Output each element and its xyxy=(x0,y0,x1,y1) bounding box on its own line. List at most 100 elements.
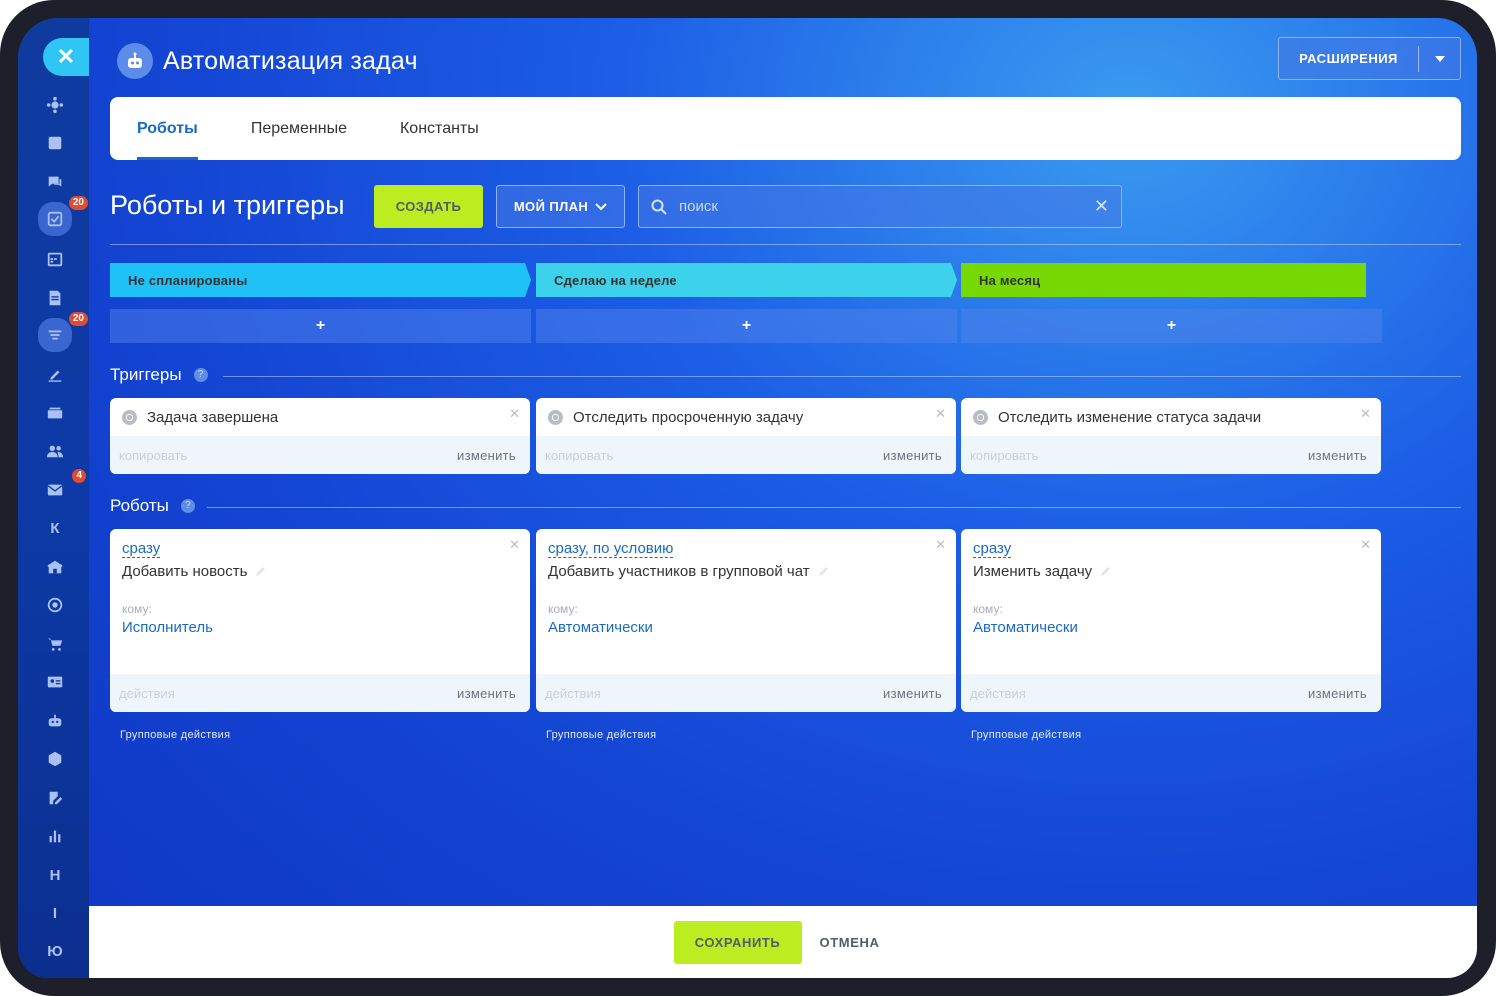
trigger-card[interactable]: Задача завершена ✕ копировать изменить xyxy=(110,398,530,474)
my-plan-dropdown[interactable]: МОЙ ПЛАН xyxy=(496,185,625,228)
add-robot-button-1[interactable]: + xyxy=(536,309,957,343)
robot-timing-link[interactable]: сразу xyxy=(973,540,1012,558)
delete-icon[interactable]: ✕ xyxy=(1360,537,1371,553)
actions-link[interactable]: действия xyxy=(545,686,601,701)
sign-icon[interactable] xyxy=(40,360,70,390)
delete-icon[interactable]: ✕ xyxy=(935,537,946,553)
group-actions-link[interactable]: Групповые действия xyxy=(546,729,656,741)
cancel-button[interactable]: ОТМЕНА xyxy=(820,935,880,950)
tab-constants[interactable]: Константы xyxy=(400,97,479,160)
robot-timing-link[interactable]: сразу xyxy=(122,540,161,558)
h-letter[interactable]: Н xyxy=(40,860,70,890)
group-actions-link[interactable]: Групповые действия xyxy=(120,729,230,741)
chat-icon[interactable] xyxy=(40,167,70,197)
clear-search-icon[interactable]: ✕ xyxy=(1094,196,1109,217)
people-icon[interactable] xyxy=(40,436,70,466)
filter-icon[interactable]: 20 xyxy=(38,312,88,352)
actions-link[interactable]: действия xyxy=(970,686,1026,701)
delete-icon[interactable]: ✕ xyxy=(1360,406,1371,422)
edit-link[interactable]: изменить xyxy=(883,448,942,463)
recipient-label: кому: xyxy=(122,602,152,616)
target-icon[interactable] xyxy=(40,590,70,620)
analytics-icon[interactable] xyxy=(40,821,70,851)
divider xyxy=(223,376,1461,377)
my-plan-label: МОЙ ПЛАН xyxy=(513,199,589,214)
main-panel: Автоматизация задач РАСШИРЕНИЯ Роботы Пе… xyxy=(89,18,1477,978)
tab-variables[interactable]: Переменные xyxy=(251,97,347,160)
create-button[interactable]: СОЗДАТЬ xyxy=(374,185,483,228)
extensions-label: РАСШИРЕНИЯ xyxy=(1299,51,1398,66)
edit-link[interactable]: изменить xyxy=(1308,686,1367,701)
i-letter[interactable]: І xyxy=(40,898,70,928)
store-icon[interactable] xyxy=(40,552,70,582)
settings-icon[interactable] xyxy=(40,90,70,120)
trigger-icon xyxy=(548,409,563,425)
recipient-label: кому: xyxy=(548,602,578,616)
robot-card[interactable]: сразу ✕ Изменить задачу кому: Автоматиче… xyxy=(961,529,1381,712)
tasks-icon[interactable]: 20 xyxy=(38,196,88,236)
calendar-icon[interactable] xyxy=(40,244,70,274)
extensions-button[interactable]: РАСШИРЕНИЯ xyxy=(1278,37,1461,80)
search-input[interactable] xyxy=(679,198,1079,215)
robot-card[interactable]: сразу ✕ Добавить новость кому: Исполните… xyxy=(110,529,530,712)
group-actions-link[interactable]: Групповые действия xyxy=(971,729,1081,741)
k-letter[interactable]: К xyxy=(40,513,70,543)
footer-bar: СОХРАНИТЬ ОТМЕНА xyxy=(89,906,1477,978)
document-icon[interactable] xyxy=(40,283,70,313)
recipient-value[interactable]: Исполнитель xyxy=(122,619,213,636)
help-icon[interactable]: ? xyxy=(193,368,208,382)
edit-link[interactable]: изменить xyxy=(457,448,516,463)
filter-badge: 20 xyxy=(68,312,88,326)
delete-icon[interactable]: ✕ xyxy=(935,406,946,422)
copy-link[interactable]: копировать xyxy=(545,448,613,463)
delete-icon[interactable]: ✕ xyxy=(509,537,520,553)
recipient-value[interactable]: Автоматически xyxy=(973,619,1078,636)
robot-name: Изменить задачу xyxy=(973,563,1093,580)
pencil-icon[interactable] xyxy=(818,566,829,577)
robot-icon xyxy=(117,43,153,79)
robots-heading: Роботы ? xyxy=(110,496,195,516)
recipient-value[interactable]: Автоматически xyxy=(548,619,653,636)
section-title: Роботы и триггеры xyxy=(110,190,345,220)
robot-card[interactable]: сразу, по условию ✕ Добавить участников … xyxy=(536,529,956,712)
trigger-name: Отследить просроченную задачу xyxy=(573,408,804,426)
stage-header-1[interactable]: Сделаю на неделе xyxy=(536,263,957,297)
robot-icon[interactable] xyxy=(40,706,70,736)
sidebar: ✕ 20 20 4 К Н І Ю xyxy=(18,18,89,978)
copy-link[interactable]: копировать xyxy=(119,448,187,463)
copy-link[interactable]: копировать xyxy=(970,448,1038,463)
edit-doc-icon[interactable] xyxy=(40,783,70,813)
tab-robots[interactable]: Роботы xyxy=(137,97,198,160)
help-icon[interactable]: ? xyxy=(180,499,195,513)
trigger-card[interactable]: Отследить изменение статуса задачи ✕ коп… xyxy=(961,398,1381,474)
contact-card-icon[interactable] xyxy=(40,667,70,697)
drive-icon[interactable] xyxy=(40,398,70,428)
delete-icon[interactable]: ✕ xyxy=(509,406,520,422)
edit-link[interactable]: изменить xyxy=(1308,448,1367,463)
robots-title: Роботы xyxy=(110,496,169,515)
box-icon[interactable] xyxy=(40,744,70,774)
chevron-down-icon[interactable] xyxy=(1419,55,1460,62)
search-box: ✕ xyxy=(638,185,1122,228)
pencil-icon[interactable] xyxy=(1100,566,1111,577)
add-robot-button-2[interactable]: + xyxy=(961,309,1382,343)
stage-header-0[interactable]: Не спланированы xyxy=(110,263,531,297)
close-button[interactable]: ✕ xyxy=(43,38,89,76)
add-robot-button-0[interactable]: + xyxy=(110,309,531,343)
stage-header-2[interactable]: На месяц xyxy=(961,263,1366,297)
cart-icon[interactable] xyxy=(40,629,70,659)
actions-link[interactable]: действия xyxy=(119,686,175,701)
tab-bar: Роботы Переменные Константы xyxy=(110,97,1461,160)
robot-name: Добавить новость xyxy=(122,563,248,580)
save-button[interactable]: СОХРАНИТЬ xyxy=(673,920,802,964)
robot-timing-link[interactable]: сразу, по условию xyxy=(548,540,674,558)
trigger-icon xyxy=(973,409,988,425)
edit-link[interactable]: изменить xyxy=(457,686,516,701)
edit-link[interactable]: изменить xyxy=(883,686,942,701)
mail-icon[interactable]: 4 xyxy=(40,469,86,505)
pencil-icon[interactable] xyxy=(255,566,266,577)
yu-letter[interactable]: Ю xyxy=(40,936,70,966)
trigger-name: Отследить изменение статуса задачи xyxy=(998,408,1262,426)
trigger-card[interactable]: Отследить просроченную задачу ✕ копирова… xyxy=(536,398,956,474)
feed-icon[interactable] xyxy=(40,128,70,158)
